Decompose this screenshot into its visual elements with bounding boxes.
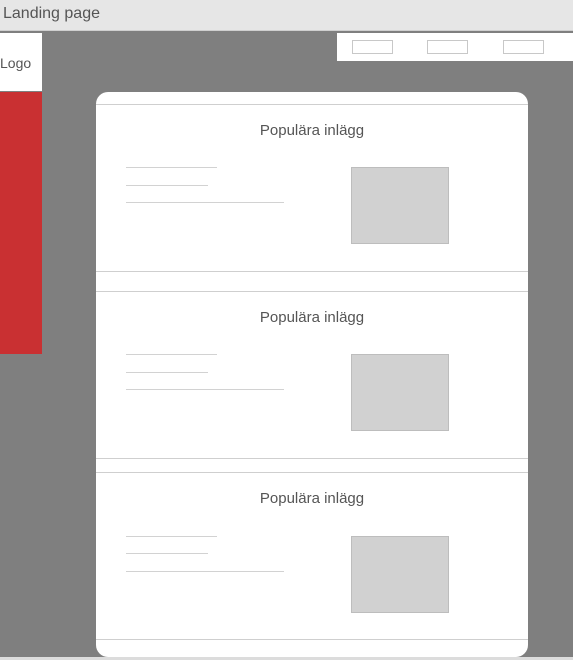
window-titlebar: Landing page — [0, 0, 573, 31]
post-title: Populära inlägg — [259, 122, 365, 139]
logo-label: Logo — [0, 55, 32, 71]
text-placeholder-line — [126, 571, 284, 572]
divider — [96, 291, 528, 292]
text-placeholder-line — [126, 185, 208, 186]
top-navigation — [337, 33, 573, 61]
post-title: Populära inlägg — [259, 309, 365, 326]
text-placeholder-line — [126, 389, 284, 390]
text-placeholder-line — [126, 372, 208, 373]
post-title: Populära inlägg — [259, 490, 365, 507]
window-title: Landing page — [3, 5, 100, 22]
sidebar-panel — [0, 92, 42, 354]
post-thumbnail[interactable] — [351, 167, 449, 244]
divider — [96, 639, 528, 640]
divider — [96, 104, 528, 105]
nav-button-1[interactable] — [352, 40, 393, 54]
post-thumbnail[interactable] — [351, 354, 449, 431]
text-placeholder-line — [126, 167, 217, 168]
text-placeholder-line — [126, 553, 208, 554]
post-thumbnail[interactable] — [351, 536, 449, 613]
text-placeholder-line — [126, 536, 217, 537]
logo[interactable]: Logo — [0, 33, 42, 91]
nav-button-2[interactable] — [427, 40, 468, 54]
divider — [96, 271, 528, 272]
content-card: Populära inlägg Populära inlägg Populära… — [96, 92, 528, 657]
nav-button-3[interactable] — [503, 40, 544, 54]
divider — [96, 458, 528, 459]
text-placeholder-line — [126, 202, 284, 203]
divider — [96, 472, 528, 473]
text-placeholder-line — [126, 354, 217, 355]
